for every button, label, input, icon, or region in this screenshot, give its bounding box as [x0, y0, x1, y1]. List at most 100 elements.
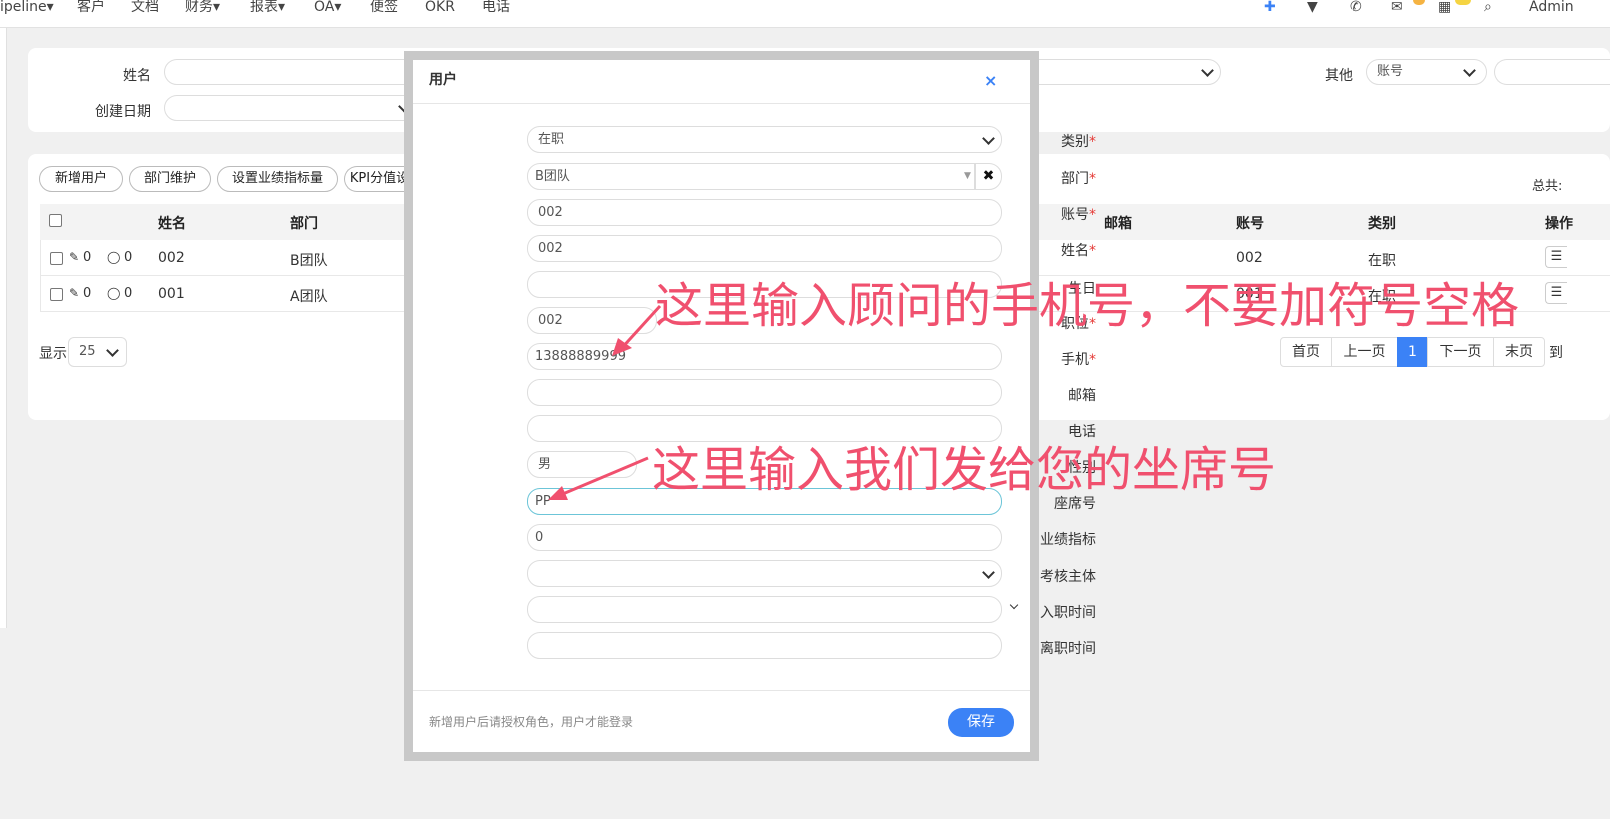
email-input[interactable]	[527, 379, 1002, 406]
save-button[interactable]: 保存	[948, 708, 1014, 737]
page-size-label: 显示	[39, 346, 67, 362]
comment-count: 0	[124, 286, 133, 301]
label-account: 账号*	[1061, 207, 1096, 223]
chevron-down-icon	[1201, 64, 1214, 77]
attachment-count: 0	[83, 286, 92, 301]
label-email: 邮箱	[1068, 388, 1096, 404]
label-assess: 考核主体	[1040, 569, 1096, 585]
footer-note: 新增用户后请授权角色，用户才能登录	[429, 715, 634, 729]
nav-customers[interactable]: 客户	[77, 0, 105, 14]
name-input[interactable]: 002	[527, 235, 1002, 262]
row-actions-menu-icon[interactable]: ☰	[1545, 246, 1567, 268]
page-next[interactable]: 下一页	[1427, 337, 1494, 367]
page-size-select[interactable]: 25	[68, 337, 127, 367]
position-input[interactable]: 002	[527, 307, 657, 334]
page-prev[interactable]: 上一页	[1331, 337, 1398, 367]
join-date-input[interactable]	[527, 596, 1002, 623]
row-dept: B团队	[290, 253, 328, 269]
mail-icon[interactable]: ✉	[1391, 0, 1403, 14]
page-size-value: 25	[79, 344, 96, 359]
page-goto-label: 到	[1549, 345, 1563, 361]
attachment-count: 0	[83, 250, 92, 265]
filter-mid-select[interactable]	[1020, 59, 1221, 85]
close-icon[interactable]: ×	[984, 72, 997, 90]
gender-select[interactable]: 男	[527, 451, 637, 478]
leave-date-input[interactable]	[527, 632, 1002, 659]
label-phone: 电话	[1068, 424, 1096, 440]
comment-icon[interactable]: ◯	[107, 250, 120, 264]
modal-title: 用户	[429, 72, 457, 88]
shirt-icon[interactable]: ▼	[1307, 0, 1318, 14]
nav-notes[interactable]: 便签	[370, 0, 398, 14]
left-sidebar-edge	[0, 28, 7, 628]
col-email[interactable]: 邮箱	[1104, 213, 1132, 233]
nav-okr[interactable]: OKR	[425, 0, 455, 14]
dept-select[interactable]: B团队 ▼	[527, 163, 975, 190]
filter-created-select[interactable]	[164, 95, 424, 121]
filter-other-label: 其他	[1325, 68, 1353, 84]
add-user-button[interactable]: 新增用户	[39, 166, 123, 192]
chevron-down-icon	[106, 344, 119, 357]
filter-other-select[interactable]: 账号	[1366, 59, 1487, 85]
col-category[interactable]: 类别	[1368, 213, 1396, 233]
target-input[interactable]: 0	[527, 524, 1002, 551]
gender-value: 男	[538, 457, 552, 472]
filter-name-label: 姓名	[123, 68, 151, 84]
row-category: 在职	[1368, 253, 1396, 269]
comment-icon[interactable]: ◯	[107, 286, 120, 300]
caret-down-icon: ▼	[964, 171, 971, 181]
attachment-icon[interactable]: ✎	[69, 286, 79, 300]
calendar-badge	[1455, 0, 1471, 5]
user-menu[interactable]: Admin	[1529, 0, 1574, 14]
page-current[interactable]: 1	[1397, 337, 1428, 367]
chevron-down-icon	[1463, 64, 1476, 77]
assess-select[interactable]	[527, 560, 1002, 587]
set-target-button[interactable]: 设置业绩指标量	[217, 166, 338, 192]
row-name[interactable]: 002	[158, 250, 185, 266]
account-input[interactable]: 002	[527, 199, 1002, 226]
col-account[interactable]: 账号	[1236, 213, 1264, 233]
chevron-down-icon	[982, 132, 995, 145]
attachment-icon[interactable]: ✎	[69, 250, 79, 264]
label-dept: 部门*	[1061, 171, 1096, 187]
phone-input[interactable]	[527, 415, 1002, 442]
chevron-down-icon	[982, 566, 995, 579]
row-account: 002	[1236, 250, 1263, 266]
nav-phone[interactable]: 电话	[482, 0, 510, 14]
row-checkbox[interactable]	[50, 288, 63, 301]
nav-oa[interactable]: OA▾	[314, 0, 341, 14]
select-all-checkbox[interactable]	[49, 214, 62, 227]
nav-finance[interactable]: 财务▾	[185, 0, 220, 14]
label-join-date: 入职时间	[1040, 605, 1096, 621]
row-actions-menu-icon[interactable]: ☰	[1545, 282, 1567, 304]
nav-pipeline[interactable]: ipeline▾	[0, 0, 54, 14]
nav-docs[interactable]: 文档	[131, 0, 159, 14]
label-mobile: 手机*	[1061, 352, 1096, 368]
page-last[interactable]: 末页	[1493, 337, 1545, 367]
calendar-icon[interactable]: ▦	[1438, 0, 1451, 14]
modal-footer-divider	[413, 690, 1030, 691]
row-dept: A团队	[290, 289, 328, 305]
nav-reports[interactable]: 报表▾	[250, 0, 285, 14]
category-select[interactable]: 在职	[527, 126, 1002, 153]
search-icon[interactable]: ⌕	[1484, 0, 1492, 14]
label-name: 姓名*	[1061, 243, 1096, 259]
clear-dept-icon[interactable]: ✖	[975, 163, 1002, 190]
row-name[interactable]: 001	[158, 286, 185, 302]
label-leave-date: 离职时间	[1040, 641, 1096, 657]
page-first[interactable]: 首页	[1280, 337, 1332, 367]
phone-icon[interactable]: ✆	[1350, 0, 1362, 14]
col-name[interactable]: 姓名	[158, 213, 186, 233]
row-checkbox[interactable]	[50, 252, 63, 265]
filter-created-label: 创建日期	[95, 104, 151, 120]
label-target: 业绩指标	[1040, 532, 1096, 548]
plus-icon[interactable]: ✚	[1264, 0, 1276, 14]
seat-hint-annotation: 这里输入我们发给您的坐席号	[652, 442, 1277, 498]
dept-maintain-button[interactable]: 部门维护	[129, 166, 211, 192]
filter-name-input[interactable]	[164, 59, 424, 85]
modal-header-divider	[413, 103, 1030, 104]
filter-other-input[interactable]	[1494, 59, 1610, 85]
col-dept[interactable]: 部门	[290, 213, 318, 233]
mobile-input[interactable]: 13888889999	[527, 343, 1002, 370]
mobile-hint-annotation: 这里输入顾问的手机号，不要加符号空格	[655, 278, 1520, 334]
